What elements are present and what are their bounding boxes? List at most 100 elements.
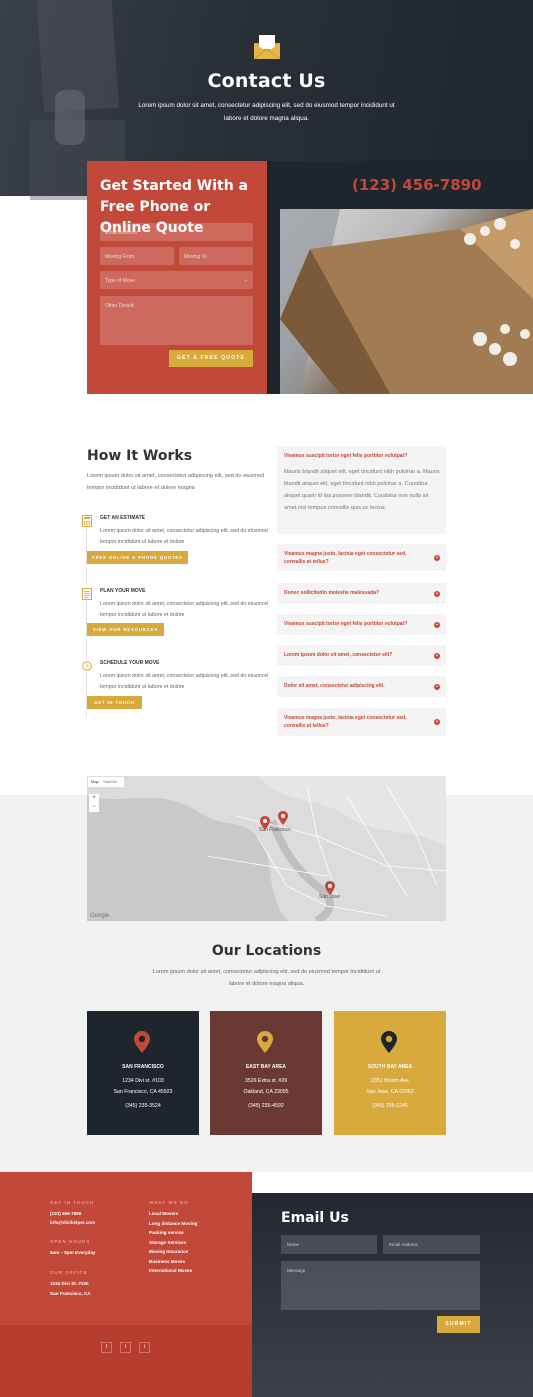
location-city: SOUTH BAY AREA: [367, 1064, 413, 1070]
document-icon: [82, 588, 92, 600]
footer-heading: OUR OFFICE: [50, 1270, 88, 1275]
footer-heading: WHAT WE DO: [149, 1200, 189, 1205]
footer-service-link[interactable]: Packing service: [149, 1228, 184, 1238]
faq-question: Vivamus suscipit tortor eget felis portt…: [284, 621, 408, 627]
location-phone[interactable]: (345) 235-3524: [87, 1103, 199, 1109]
facebook-icon[interactable]: f: [101, 1342, 112, 1353]
hero-text: Lorem ipsum dolor sit amet, consectetur …: [138, 102, 395, 122]
location-card-sf: SAN FRANCISCO 1234 Divi st. #103 San Fran…: [87, 1011, 199, 1135]
location-address: 3526 Extra st. #29 Oakland, CA 23095: [210, 1076, 322, 1098]
step-title: SCHEDULE YOUR MOVE: [100, 660, 160, 666]
hero-background-hand: [55, 90, 85, 145]
footer-service-link[interactable]: Storage Services: [149, 1238, 186, 1248]
footer-hours: 6am – 5pm Everyday: [50, 1250, 96, 1255]
map-pin-icon[interactable]: [278, 811, 288, 825]
faq-question: Lorem ipsum dolor sit amet, consectetur …: [284, 652, 393, 658]
address-line: 3526 Extra st. #29: [244, 1078, 288, 1084]
step-title: PLAN YOUR MOVE: [100, 588, 146, 594]
address-line: San Francisco, CA 45923: [113, 1089, 173, 1095]
location-address: 1234 Divi st. #103 San Francisco, CA 4592…: [87, 1076, 199, 1098]
address-line: 1234 Divi st. #103: [122, 1078, 164, 1084]
step-connector: [86, 672, 87, 717]
location-address: 2351 Bloom Ave San Jose, CA 62962: [334, 1076, 446, 1098]
footer-office-line: San Francisco, CA: [50, 1291, 91, 1296]
expand-icon[interactable]: +: [434, 622, 440, 628]
instagram-icon[interactable]: i: [139, 1342, 150, 1353]
moving-box-image: [280, 209, 533, 394]
how-it-works-title: How It Works: [87, 448, 193, 464]
faq-answer: Mauris blandit aliquet elit, eget tincid…: [284, 469, 440, 511]
email-field[interactable]: Email Address: [100, 223, 253, 241]
footer-service-link[interactable]: Long distance Moving: [149, 1219, 198, 1229]
footer-service-link[interactable]: Local Movers: [149, 1209, 178, 1219]
location-card-south-bay: SOUTH BAY AREA 2351 Bloom Ave San Jose, C…: [334, 1011, 446, 1135]
other-details-field[interactable]: Other Details: [100, 296, 253, 345]
zoom-in-button[interactable]: +: [89, 794, 99, 803]
faq-item[interactable]: Lorem ipsum dolor sit amet, consectetur …: [277, 645, 446, 666]
footer-service-link[interactable]: Business Moves: [149, 1257, 185, 1267]
map-tab[interactable]: Map: [91, 779, 99, 784]
zoom-out-button[interactable]: −: [89, 803, 99, 812]
locations-title: Our Locations: [211, 943, 322, 959]
email-field[interactable]: Email Address: [383, 1235, 480, 1254]
footer-office-line: 1234 Divi St. #100: [50, 1281, 89, 1286]
type-of-move-select[interactable]: Type of Move ⌄: [100, 271, 253, 289]
name-field[interactable]: Name: [281, 1235, 377, 1254]
free-quotes-button[interactable]: FREE ONLINE & PHONE QUOTES: [87, 551, 188, 564]
email-us-title: Email Us: [281, 1210, 349, 1226]
expand-icon[interactable]: +: [434, 555, 440, 561]
faq-question: Vivamus suscipit tortor eget felis portt…: [284, 453, 408, 459]
view-resources-button[interactable]: VIEW OUR RESOURCES: [87, 623, 164, 636]
map-pin-icon[interactable]: [260, 816, 270, 830]
faq-item[interactable]: Dolor sit amet, consectetur adipiscing e…: [277, 676, 446, 697]
location-pin-icon: [257, 1031, 273, 1053]
location-phone[interactable]: (345) 235-1245: [334, 1103, 446, 1109]
faq-item-open[interactable]: Vivamus suscipit tortor eget felis portt…: [277, 446, 446, 534]
footer-heading: OPEN HOURS: [50, 1239, 91, 1244]
faq-item[interactable]: Vivamus magna justo, lacinia eget consec…: [277, 544, 446, 571]
get-in-touch-button[interactable]: GET IN TOUCH: [87, 696, 142, 709]
address-line: 2351 Bloom Ave: [371, 1078, 409, 1084]
step-text: Lorem ipsum dolor sit amet, consectetur …: [100, 601, 268, 618]
calculator-icon: [82, 515, 92, 527]
get-quote-button[interactable]: GET A FREE QUOTE: [169, 350, 253, 367]
step-text: Lorem ipsum dolor sit amet, consectetur …: [100, 673, 268, 690]
expand-icon[interactable]: +: [434, 684, 440, 690]
locations-text: Lorem ipsum dolor sit amet, consectetur …: [152, 969, 381, 987]
faq-item[interactable]: Vivamus suscipit tortor eget felis portt…: [277, 614, 446, 635]
step-text: Lorem ipsum dolor sit amet, consectetur …: [100, 528, 268, 545]
address-line: San Jose, CA 62962: [366, 1089, 414, 1095]
location-phone[interactable]: (345) 235-4592: [210, 1103, 322, 1109]
step-title: GET AN ESTIMATE: [100, 515, 145, 521]
envelope-icon: [253, 35, 281, 60]
twitter-icon[interactable]: t: [120, 1342, 131, 1353]
map-zoom-control: + −: [89, 794, 99, 812]
message-field[interactable]: Message: [281, 1261, 480, 1310]
location-pin-icon: [381, 1031, 397, 1053]
faq-item[interactable]: Donec sollicitudin molestie malesuada? +: [277, 583, 446, 604]
location-city: EAST BAY AREA: [245, 1064, 287, 1070]
map-pin-icon[interactable]: [325, 881, 335, 895]
map-type-tabs[interactable]: Map Satellite: [88, 777, 124, 787]
faq-item[interactable]: Vivamus magna justo, lacinia eget consec…: [277, 708, 446, 736]
faq-question: Donec sollicitudin molestie malesuada?: [284, 590, 380, 596]
phone-number[interactable]: (123) 456-7890: [352, 176, 482, 194]
address-line: Oakland, CA 23095: [243, 1089, 289, 1095]
expand-icon[interactable]: +: [434, 719, 440, 725]
chevron-down-icon: ⌄: [243, 277, 248, 283]
page: Contact Us Lorem ipsum dolor sit amet, c…: [0, 0, 533, 1397]
satellite-tab[interactable]: Satellite: [103, 779, 117, 784]
map[interactable]: San Francisco San Jose Google: [87, 776, 446, 921]
moving-from-field[interactable]: Moving From: [100, 247, 174, 265]
footer-email[interactable]: info@divihelper.com: [50, 1218, 95, 1228]
footer-service-link[interactable]: International Moves: [149, 1266, 192, 1276]
hero-title: Contact Us: [207, 70, 326, 92]
expand-icon[interactable]: +: [434, 653, 440, 659]
location-pin-icon: [134, 1031, 150, 1053]
expand-icon[interactable]: +: [434, 591, 440, 597]
footer-service-link[interactable]: Moving Insurance: [149, 1247, 188, 1257]
submit-button[interactable]: SUBMIT: [437, 1316, 480, 1333]
google-logo: Google: [90, 913, 110, 919]
footer-heading: GET IN TOUCH: [50, 1200, 95, 1205]
moving-to-field[interactable]: Moving To: [179, 247, 253, 265]
